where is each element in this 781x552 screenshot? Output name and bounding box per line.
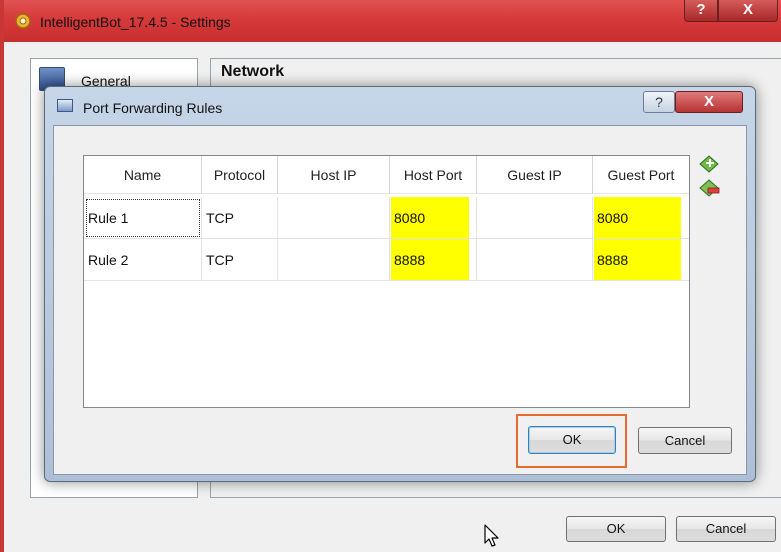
network-panel-title: Network bbox=[221, 63, 285, 80]
column-header-name[interactable]: Name bbox=[84, 156, 202, 194]
table-row-2-guest-port[interactable]: 8888 bbox=[593, 239, 689, 281]
column-header-protocol[interactable]: Protocol bbox=[202, 156, 278, 194]
column-header-host-ip[interactable]: Host IP bbox=[278, 156, 390, 194]
table-row-1-guest-port[interactable]: 8080 bbox=[593, 197, 689, 239]
table-row-1-name[interactable]: Rule 1 bbox=[84, 197, 202, 239]
table-row-2-protocol[interactable]: TCP bbox=[202, 239, 278, 281]
settings-cancel-button[interactable]: Cancel bbox=[676, 516, 776, 542]
table-row-2-guest-ip[interactable] bbox=[477, 239, 593, 281]
rules-table[interactable]: Name Protocol Host IP Host Port Guest IP… bbox=[83, 155, 690, 408]
settings-window-title: IntelligentBot_17.4.5 - Settings bbox=[40, 14, 231, 30]
table-row-1-host-port[interactable]: 8080 bbox=[390, 197, 477, 239]
table-row-1-guest-ip[interactable] bbox=[477, 197, 593, 239]
column-header-guest-ip[interactable]: Guest IP bbox=[477, 156, 593, 194]
add-rule-icon[interactable] bbox=[698, 152, 720, 174]
table-row-2-host-port[interactable]: 8888 bbox=[390, 239, 477, 281]
window-icon bbox=[57, 99, 73, 112]
column-header-guest-port[interactable]: Guest Port bbox=[593, 156, 689, 194]
settings-ok-button[interactable]: OK bbox=[566, 516, 666, 542]
table-row-1-protocol[interactable]: TCP bbox=[202, 197, 278, 239]
mouse-cursor-icon bbox=[484, 524, 499, 547]
remove-rule-icon[interactable] bbox=[698, 176, 720, 198]
settings-titlebar[interactable]: IntelligentBot_17.4.5 - Settings ? X bbox=[4, 0, 781, 42]
settings-gear-icon bbox=[15, 13, 31, 29]
dialog-close-button[interactable]: X bbox=[675, 91, 743, 113]
table-row-1-host-ip[interactable] bbox=[278, 197, 390, 239]
port-forwarding-title: Port Forwarding Rules bbox=[83, 100, 223, 116]
port-forwarding-dialog: Port Forwarding Rules ? X Name Protocol … bbox=[44, 86, 756, 482]
dialog-help-button[interactable]: ? bbox=[643, 91, 675, 113]
highlight-spacer bbox=[391, 166, 469, 198]
table-row-2-name[interactable]: Rule 2 bbox=[84, 239, 202, 281]
port-forwarding-content: Name Protocol Host IP Host Port Guest IP… bbox=[53, 125, 747, 475]
dialog-ok-button[interactable]: OK bbox=[528, 426, 616, 454]
close-button[interactable]: X bbox=[718, 0, 778, 22]
help-button[interactable]: ? bbox=[684, 0, 718, 22]
table-row-2-host-ip[interactable] bbox=[278, 239, 390, 281]
dialog-cancel-button[interactable]: Cancel bbox=[638, 427, 732, 454]
port-forwarding-titlebar[interactable]: Port Forwarding Rules ? X bbox=[45, 87, 755, 123]
